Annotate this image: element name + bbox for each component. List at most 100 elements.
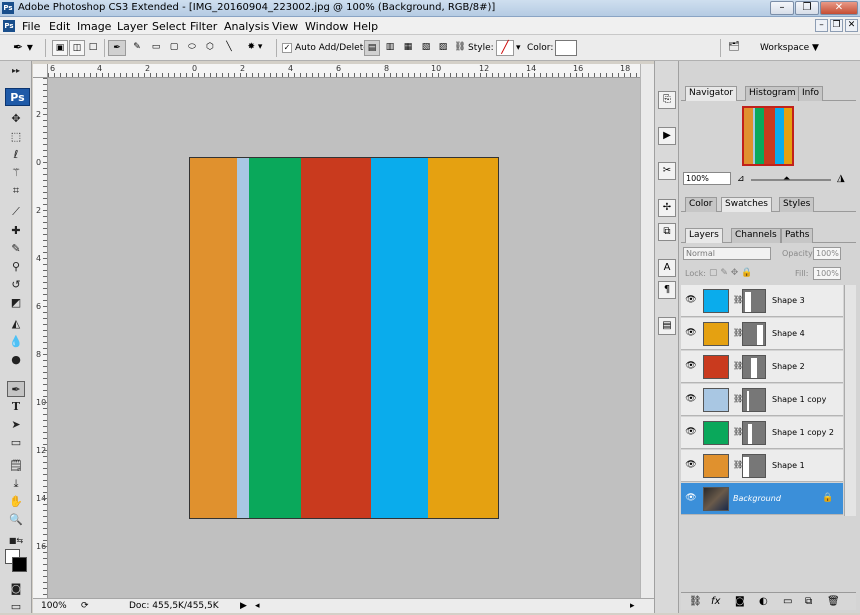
brush-tool-icon[interactable]: ✎	[7, 241, 25, 257]
close-button[interactable]: ✕	[820, 1, 858, 15]
layer-name[interactable]: Shape 3	[772, 296, 805, 305]
magic-wand-tool-icon[interactable]: ⚚	[7, 165, 25, 181]
layer-row[interactable]: 👁 ⛓ Shape 3	[681, 285, 843, 317]
exclude-icon[interactable]: ▧	[418, 40, 434, 56]
clone-stamp-icon[interactable]: ⚲	[7, 259, 25, 275]
lasso-tool-icon[interactable]: ℓ	[7, 147, 25, 163]
minimize-button[interactable]: –	[770, 1, 794, 15]
blend-mode-select[interactable]: Normal	[683, 247, 771, 260]
pen-tool-icon[interactable]: ✒	[7, 381, 25, 397]
new-layer-icon[interactable]: ⧉	[805, 596, 812, 607]
new-group-icon[interactable]: ▭	[783, 596, 792, 607]
doc-minimize-button[interactable]: –	[815, 19, 828, 32]
layer-name[interactable]: Background	[733, 494, 781, 503]
layer-row[interactable]: 👁 ⛓ Shape 2	[681, 351, 843, 383]
status-menu-icon[interactable]: ▶	[240, 601, 247, 611]
actions-panel-icon[interactable]: ▶	[658, 127, 676, 145]
link-icon[interactable]: ⛓	[454, 40, 466, 56]
eye-icon[interactable]: 👁	[685, 360, 697, 372]
menu-help[interactable]: Help	[353, 20, 378, 33]
crop-tool-icon[interactable]: ⌗	[7, 183, 25, 199]
tool-presets-icon[interactable]: ✂	[658, 162, 676, 180]
hand-tool-icon[interactable]: ✋	[7, 494, 25, 510]
brushes-panel-icon[interactable]: ✢	[658, 199, 676, 217]
layer-row[interactable]: 👁 ⛓ Shape 1 copy	[681, 384, 843, 416]
tab-layers[interactable]: Layers	[685, 228, 723, 243]
layer-name[interactable]: Shape 4	[772, 329, 805, 338]
healing-brush-icon[interactable]: ✚	[7, 223, 25, 239]
scroll-left-icon[interactable]: ◂	[255, 601, 260, 611]
menu-filter[interactable]: Filter	[190, 20, 217, 33]
trash-icon[interactable]: 🗑	[827, 596, 840, 607]
menu-layer[interactable]: Layer	[117, 20, 148, 33]
shape-layers-icon[interactable]: ▣	[52, 40, 68, 56]
tab-swatches[interactable]: Swatches	[721, 197, 772, 212]
eye-icon[interactable]: 👁	[685, 459, 697, 471]
move-tool-icon[interactable]: ✥	[7, 111, 25, 127]
polygon-icon[interactable]: ⬡	[202, 40, 218, 56]
layer-name[interactable]: Shape 1	[772, 461, 805, 470]
menu-window[interactable]: Window	[305, 20, 348, 33]
auto-add-delete-checkbox[interactable]: ✓	[282, 43, 292, 53]
tab-info[interactable]: Info	[798, 86, 824, 101]
vertical-scrollbar[interactable]	[640, 64, 654, 598]
zoom-level[interactable]: 100%	[41, 601, 67, 611]
menu-view[interactable]: View	[272, 20, 298, 33]
combine-icon[interactable]: ▤	[364, 40, 380, 56]
pen-tool-option-icon[interactable]: ✒	[108, 40, 126, 56]
paths-icon[interactable]: ◫	[69, 40, 85, 56]
lock-icons[interactable]: ▢ ✎ ✥ 🔒	[709, 268, 752, 278]
zoom-in-icon[interactable]: ◮	[837, 173, 845, 184]
navigator-preview[interactable]	[742, 106, 794, 166]
layers-scrollbar[interactable]	[844, 285, 856, 516]
style-picker[interactable]: ╱	[496, 40, 514, 56]
fx-icon[interactable]: fx	[711, 596, 720, 607]
eye-icon[interactable]: 👁	[685, 492, 697, 504]
layer-name[interactable]: Shape 1 copy 2	[772, 428, 834, 437]
shape-tool-icon[interactable]: ▭	[7, 435, 25, 451]
subtract-icon[interactable]: ▥	[382, 40, 398, 56]
ruler-origin[interactable]	[33, 64, 48, 78]
eye-icon[interactable]: 👁	[685, 327, 697, 339]
document-canvas[interactable]	[189, 157, 499, 519]
eye-icon[interactable]: 👁	[685, 426, 697, 438]
navigator-zoom-field[interactable]: 100%	[683, 172, 731, 185]
zoom-slider-thumb[interactable]: ⏶	[783, 174, 790, 184]
status-icon[interactable]: ⟳	[81, 601, 89, 611]
vector-mask-thumbnail[interactable]	[742, 421, 766, 445]
menu-file[interactable]: File	[22, 20, 40, 33]
style-dropdown-icon[interactable]: ▾	[516, 43, 521, 53]
zoom-slider[interactable]	[751, 179, 831, 181]
exclude-overlap-icon[interactable]: ▨	[436, 40, 450, 56]
canvas-area[interactable]	[48, 78, 640, 598]
layer-name[interactable]: Shape 1 copy	[772, 395, 826, 404]
vector-mask-thumbnail[interactable]	[742, 322, 766, 346]
character-panel-icon[interactable]: A	[658, 259, 676, 277]
ellipse-icon[interactable]: ⬭	[184, 40, 200, 56]
background-color-swatch[interactable]	[12, 557, 27, 572]
rectangle-shape-icon[interactable]: ▭	[148, 40, 164, 56]
tab-color[interactable]: Color	[685, 197, 717, 212]
notes-tool-icon[interactable]: 🗒	[7, 458, 25, 474]
blur-tool-icon[interactable]: 💧	[7, 334, 25, 350]
workspace-button[interactable]: Workspace ▼	[760, 43, 819, 53]
tab-paths[interactable]: Paths	[781, 228, 814, 243]
layer-row[interactable]: 👁 ⛓ Shape 4	[681, 318, 843, 350]
fill-pixels-icon[interactable]: □	[86, 40, 100, 56]
type-tool-icon[interactable]: T	[7, 399, 25, 415]
marquee-tool-icon[interactable]: ⬚	[7, 129, 25, 145]
quick-mask-icon[interactable]: ◙	[7, 581, 25, 597]
bridge-icon[interactable]: 🗂	[724, 40, 744, 56]
layer-row-background[interactable]: 👁 Background 🔒	[681, 483, 843, 515]
layer-row[interactable]: 👁 ⛓ Shape 1	[681, 450, 843, 482]
paragraph-panel-icon[interactable]: ¶	[658, 281, 676, 299]
layer-row[interactable]: 👁 ⛓ Shape 1 copy 2	[681, 417, 843, 449]
intersect-icon[interactable]: ▦	[400, 40, 416, 56]
tab-navigator[interactable]: Navigator	[685, 86, 738, 101]
path-selection-icon[interactable]: ➤	[7, 417, 25, 433]
link-layers-icon[interactable]: ⛓	[689, 596, 702, 607]
layer-comps-icon[interactable]: ▤	[658, 317, 676, 335]
add-mask-icon[interactable]: ◙	[735, 596, 745, 607]
tab-styles[interactable]: Styles	[779, 197, 815, 212]
line-icon[interactable]: ╲	[221, 40, 237, 56]
